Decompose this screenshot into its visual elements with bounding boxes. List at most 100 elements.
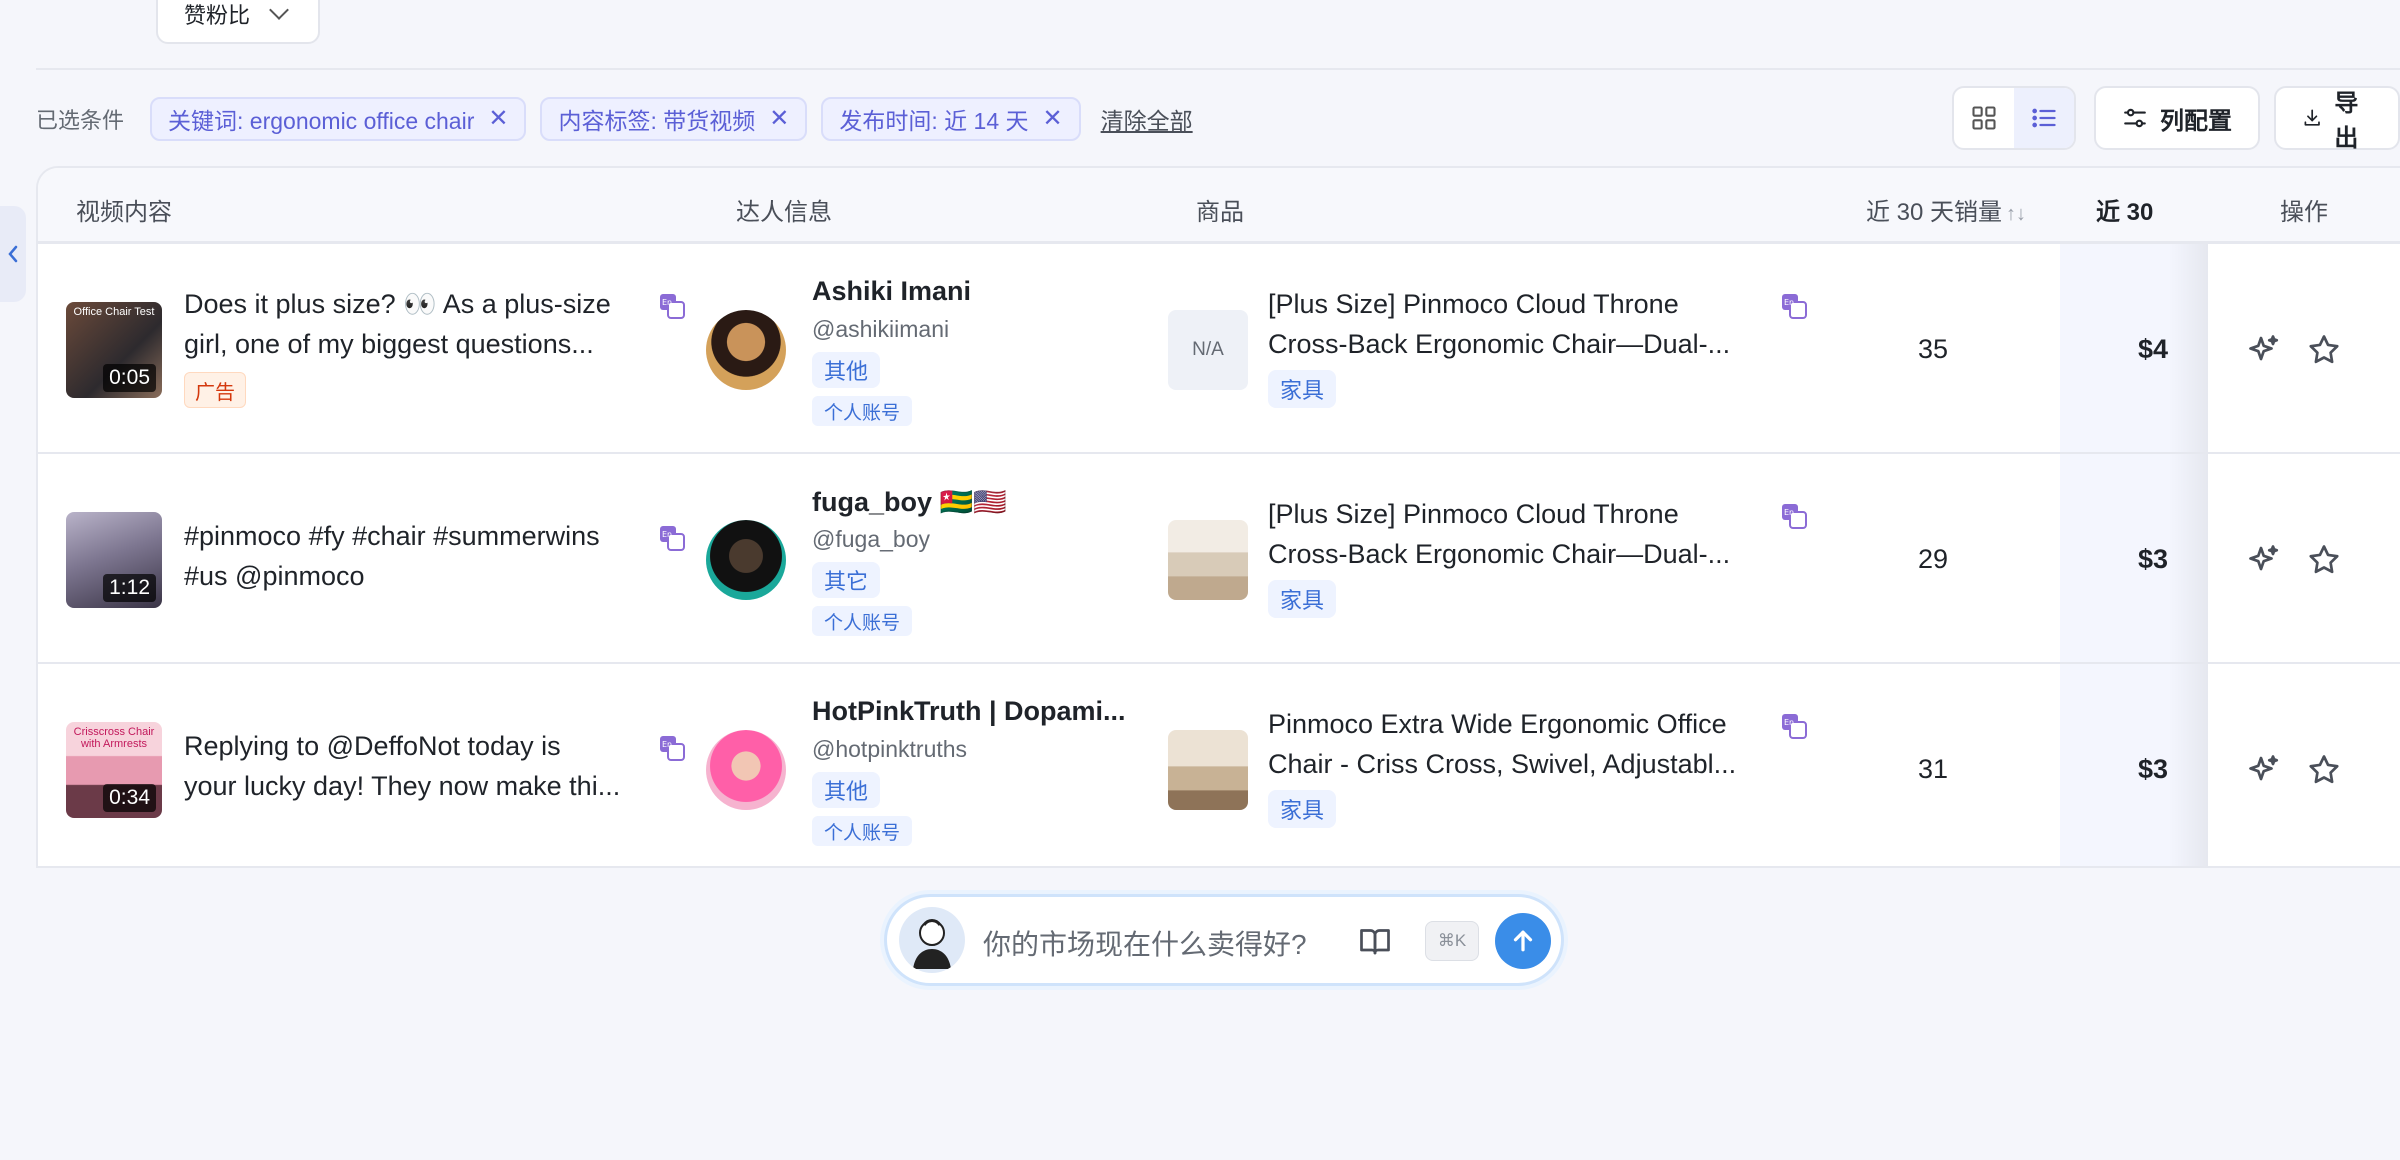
grid-view-icon [1972, 106, 1996, 130]
video-thumbnail[interactable]: Office Chair Test 0:05 [66, 302, 162, 398]
col-header-video: 视频内容 [76, 199, 172, 226]
grid-view-button[interactable] [1954, 88, 2014, 148]
creator-name[interactable]: fuga_boy 🇹🇬🇺🇸 [812, 486, 1007, 518]
product-category-tag: 家具 [1268, 370, 1337, 408]
translate-icon[interactable]: En [658, 524, 686, 552]
translate-icon[interactable]: En [1780, 502, 1808, 530]
filter-bar: 已选条件 关键词: ergonomic office chair ✕ 内容标签:… [36, 94, 1193, 144]
chat-input[interactable]: 你的市场现在什么卖得好? [983, 923, 1307, 963]
product-title[interactable]: [Plus Size] Pinmoco Cloud Throne Cross-B… [1268, 284, 1808, 364]
translate-icon[interactable]: En [1780, 712, 1808, 740]
sliders-icon [2124, 108, 2146, 128]
send-button[interactable] [1495, 913, 1551, 969]
creator-category-tag: 其他 [812, 772, 881, 808]
product-title-line: Cross-Back Ergonomic Chair—Dual-... [1268, 329, 1731, 359]
column-config-button[interactable]: 列配置 [2094, 86, 2260, 150]
sales-value: 31 [1918, 754, 1949, 784]
star-icon[interactable] [2306, 542, 2342, 578]
video-thumbnail[interactable]: Crisscross Chair with Armrests 0:34 [66, 722, 162, 818]
translate-icon[interactable]: En [1780, 292, 1808, 320]
filter-label: 已选条件 [36, 108, 125, 133]
product-image[interactable] [1168, 520, 1248, 600]
sidebar-collapse-tab[interactable] [0, 206, 26, 302]
col-header-sales-label: 近 30 天销量 [1866, 199, 2003, 226]
product-image[interactable] [1168, 730, 1248, 810]
star-icon[interactable] [2306, 752, 2342, 788]
avatar[interactable] [706, 520, 786, 600]
product-title-line: Pinmoco Extra Wide Ergonomic Office [1268, 709, 1727, 739]
assistant-avatar [899, 907, 965, 973]
clear-all-link[interactable]: 清除全部 [1101, 102, 1193, 136]
filter-chip-label: 发布时间: 近 14 天 [839, 108, 1029, 134]
video-title-line: your lucky day! They now make thi... [184, 771, 621, 801]
filter-chip-label: 关键词: ergonomic office chair [168, 108, 475, 134]
export-button[interactable]: 导出 [2274, 86, 2400, 152]
divider [36, 68, 2400, 70]
gmv-value: $4 [2138, 334, 2169, 364]
avatar[interactable] [706, 730, 786, 810]
filter-chip-content-tag[interactable]: 内容标签: 带货视频 ✕ [540, 97, 808, 141]
star-icon[interactable] [2306, 332, 2342, 368]
video-table: 视频内容 达人信息 商品 近 30 天销量 ↑↓ 近 30 操作 Office C… [36, 166, 2400, 868]
sparkle-icon[interactable] [2246, 332, 2282, 368]
video-thumbnail[interactable]: 1:12 [66, 512, 162, 608]
video-title[interactable]: Replying to @DeffoNot today is your luck… [184, 726, 664, 806]
close-icon[interactable]: ✕ [488, 107, 508, 131]
account-type-tag: 个人账号 [812, 396, 913, 426]
col-header-sales[interactable]: 近 30 天销量 ↑↓ [1866, 192, 2026, 227]
table-row[interactable]: Crisscross Chair with Armrests 0:34 Repl… [38, 664, 2400, 866]
video-title-line: girl, one of my biggest questions... [184, 329, 594, 359]
thumbnail-caption: Crisscross Chair with Armrests [73, 726, 155, 750]
col-header-actions: 操作 [2280, 199, 2328, 226]
video-title-line: Does it plus size? 👀 As a plus-size [184, 289, 611, 319]
video-title[interactable]: Does it plus size? 👀 As a plus-size girl… [184, 284, 664, 364]
creator-category-tag: 其他 [812, 352, 881, 388]
close-icon[interactable]: ✕ [769, 107, 789, 131]
filter-chip-label: 内容标签: 带货视频 [558, 108, 756, 134]
avatar[interactable] [706, 310, 786, 390]
column-config-label: 列配置 [2160, 107, 2232, 135]
gmv-value: $3 [2138, 544, 2169, 574]
product-title-line: [Plus Size] Pinmoco Cloud Throne [1268, 499, 1679, 529]
creator-handle: @fuga_boy [812, 526, 930, 552]
ai-chat-bar: 你的市场现在什么卖得好? ⌘K [884, 894, 1564, 986]
filter-chip-keyword[interactable]: 关键词: ergonomic office chair ✕ [150, 97, 527, 141]
creator-handle: @hotpinktruths [812, 736, 968, 762]
sales-value: 35 [1918, 334, 1949, 364]
close-icon[interactable]: ✕ [1043, 107, 1063, 131]
translate-icon[interactable]: En [658, 292, 686, 320]
video-title[interactable]: #pinmoco #fy #chair #summerwins #us @pin… [184, 516, 664, 596]
sort-dropdown[interactable]: 赞粉比 [156, 0, 320, 44]
table-row[interactable]: 1:12 #pinmoco #fy #chair #summerwins #us… [38, 454, 2400, 664]
sales-value: 29 [1918, 544, 1949, 574]
creator-name[interactable]: HotPinkTruth | Dopami... [812, 696, 1126, 727]
list-view-button[interactable] [2014, 88, 2074, 148]
translate-icon[interactable]: En [658, 734, 686, 762]
filter-chip-publish-time[interactable]: 发布时间: 近 14 天 ✕ [821, 97, 1081, 141]
creator-category-tag: 其它 [812, 562, 881, 598]
sparkle-icon[interactable] [2246, 752, 2282, 788]
video-duration: 0:34 [103, 784, 156, 812]
creator-name[interactable]: Ashiki Imani [812, 276, 971, 307]
creator-handle: @ashikiimani [812, 316, 950, 342]
sort-icon[interactable]: ↑↓ [2006, 203, 2026, 225]
svg-text:En: En [662, 530, 672, 539]
column-shadow [2168, 454, 2208, 662]
video-duration: 0:05 [103, 364, 156, 392]
svg-text:En: En [1784, 298, 1794, 307]
product-image[interactable]: N/A [1168, 310, 1248, 390]
book-icon[interactable] [1357, 923, 1393, 959]
shortcut-hint: ⌘K [1425, 921, 1479, 961]
export-label: 导出 [2334, 90, 2359, 152]
column-shadow [2168, 664, 2208, 866]
svg-text:En: En [1784, 508, 1794, 517]
product-title[interactable]: [Plus Size] Pinmoco Cloud Throne Cross-B… [1268, 494, 1808, 574]
sparkle-icon[interactable] [2246, 542, 2282, 578]
product-title[interactable]: Pinmoco Extra Wide Ergonomic Office Chai… [1268, 704, 1808, 784]
table-row[interactable]: Office Chair Test 0:05 Does it plus size… [38, 244, 2400, 454]
account-type-tag: 个人账号 [812, 606, 913, 636]
product-category-tag: 家具 [1268, 580, 1337, 618]
product-title-line: Cross-Back Ergonomic Chair—Dual-... [1268, 539, 1731, 569]
video-title-line: #us @pinmoco [184, 561, 365, 591]
gmv-value: $3 [2138, 754, 2169, 784]
